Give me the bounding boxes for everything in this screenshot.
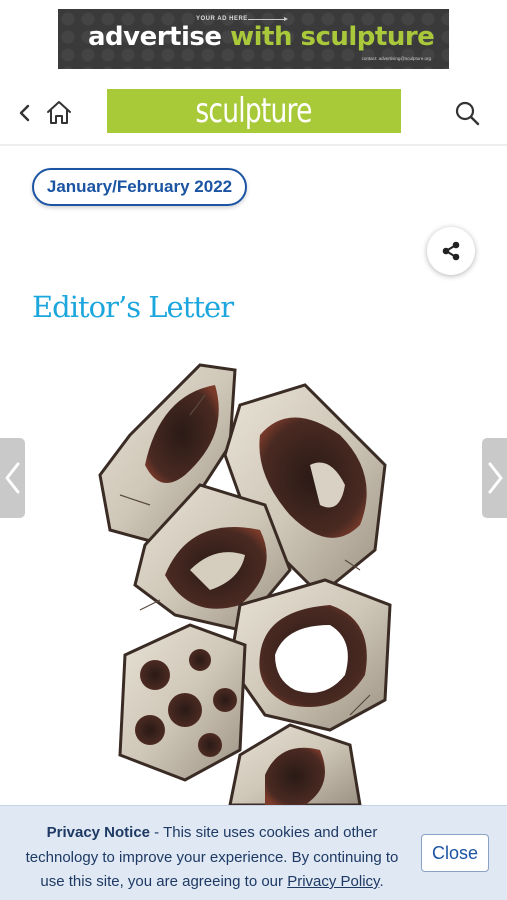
- ad-arrow-icon: [248, 17, 288, 21]
- privacy-period: .: [379, 873, 384, 890]
- home-icon: [47, 101, 71, 124]
- chevron-left-icon: [5, 462, 19, 494]
- search-button[interactable]: [452, 98, 482, 128]
- share-button[interactable]: [427, 227, 475, 275]
- sculpture-image: [98, 363, 392, 805]
- close-button[interactable]: Close: [421, 834, 489, 872]
- chevron-right-icon: [488, 462, 502, 494]
- privacy-notice: Privacy Notice - This site uses cookies …: [0, 805, 507, 900]
- site-header: sculpture: [0, 80, 507, 146]
- prev-article-button[interactable]: [0, 438, 25, 518]
- site-logo[interactable]: sculpture: [107, 89, 401, 133]
- chevron-left-icon: [19, 104, 30, 122]
- logo-text: sculpture: [195, 91, 313, 131]
- back-button[interactable]: [14, 102, 36, 124]
- search-icon: [455, 101, 480, 126]
- page-title: Editor’s Letter: [32, 290, 234, 324]
- ad-banner[interactable]: YOUR AD HERE advertise with sculpture co…: [58, 9, 449, 69]
- next-article-button[interactable]: [482, 438, 507, 518]
- privacy-policy-link[interactable]: Privacy Policy: [287, 873, 379, 890]
- ad-headline-2: with sculpture: [230, 22, 435, 52]
- ad-headline-1: advertise: [88, 22, 222, 52]
- ad-contact: contact: advertising@sculpture.org: [361, 56, 431, 61]
- privacy-text: Privacy Notice - This site uses cookies …: [16, 821, 408, 895]
- privacy-heading: Privacy Notice: [46, 824, 151, 841]
- share-icon: [442, 241, 460, 261]
- home-button[interactable]: [44, 98, 74, 128]
- issue-link[interactable]: January/February 2022: [32, 168, 247, 206]
- ad-headline: advertise with sculpture: [88, 22, 435, 52]
